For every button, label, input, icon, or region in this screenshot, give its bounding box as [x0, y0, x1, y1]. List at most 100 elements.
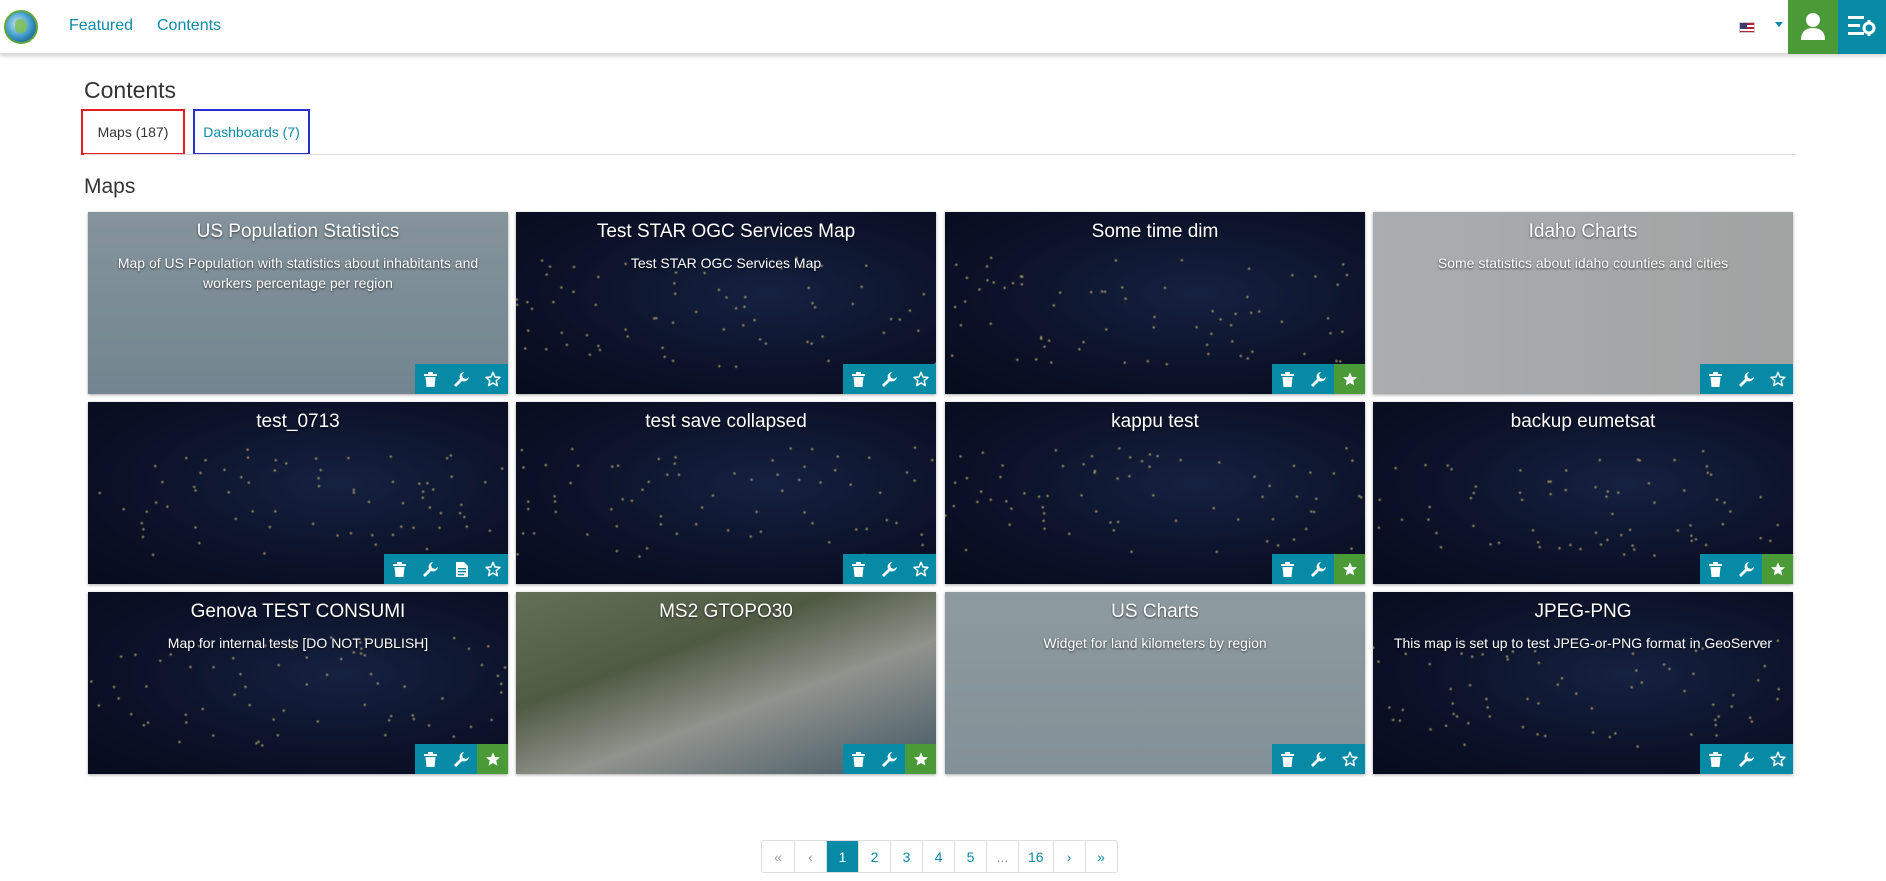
- user-icon: [1801, 13, 1825, 40]
- trash-icon: [1709, 561, 1722, 577]
- map-card[interactable]: US Charts Widget for land kilometers by r…: [945, 592, 1365, 774]
- card-actions: [415, 744, 508, 774]
- wrench-icon: [1311, 751, 1326, 767]
- star-button[interactable]: [1762, 554, 1793, 584]
- card-title: MS2 GTOPO30: [659, 601, 793, 622]
- map-card[interactable]: test save collapsed: [516, 402, 936, 584]
- star-button[interactable]: [905, 554, 936, 584]
- trash-button[interactable]: [1700, 744, 1731, 774]
- map-card[interactable]: MS2 GTOPO30: [516, 592, 936, 774]
- card-title: Genova TEST CONSUMI: [190, 601, 406, 622]
- wrench-icon: [1739, 751, 1754, 767]
- wrench-button[interactable]: [446, 744, 477, 774]
- map-card[interactable]: JPEG-PNG This map is set up to test JPEG-…: [1373, 592, 1793, 774]
- star-filled-icon: [1342, 371, 1358, 387]
- trash-button[interactable]: [1272, 364, 1303, 394]
- pagination-page[interactable]: 1: [826, 841, 858, 872]
- pagination-page[interactable]: 4: [922, 841, 954, 872]
- star-button[interactable]: [1762, 744, 1793, 774]
- wrench-button[interactable]: [415, 554, 446, 584]
- wrench-button[interactable]: [1303, 744, 1334, 774]
- pagination-next[interactable]: ›: [1052, 841, 1085, 872]
- map-card[interactable]: Test STAR OGC Services Map Test STAR OGC …: [516, 212, 936, 394]
- trash-button[interactable]: [843, 554, 874, 584]
- map-card[interactable]: Some time dim: [945, 212, 1365, 394]
- logo-icon[interactable]: [4, 10, 38, 44]
- star-icon: [1769, 371, 1786, 387]
- settings-menu-button[interactable]: [1838, 0, 1886, 54]
- wrench-icon: [882, 371, 897, 387]
- star-button[interactable]: [1762, 364, 1793, 394]
- card-title: backup eumetsat: [1510, 411, 1656, 432]
- trash-button[interactable]: [843, 364, 874, 394]
- trash-button[interactable]: [1700, 364, 1731, 394]
- trash-button[interactable]: [1700, 554, 1731, 584]
- star-filled-icon: [913, 751, 929, 767]
- card-title: kappu test: [1111, 411, 1199, 432]
- wrench-icon: [882, 561, 897, 577]
- user-menu-button[interactable]: [1788, 0, 1838, 54]
- star-button[interactable]: [477, 554, 508, 584]
- pagination-page[interactable]: 2: [858, 841, 890, 872]
- card-actions: [843, 364, 936, 394]
- pagination-first[interactable]: «: [762, 841, 794, 872]
- card-title: test save collapsed: [645, 411, 807, 432]
- star-icon: [1769, 751, 1786, 767]
- map-card[interactable]: test_0713: [88, 402, 508, 584]
- card-actions: [843, 554, 936, 584]
- trash-button[interactable]: [843, 744, 874, 774]
- wrench-button[interactable]: [446, 364, 477, 394]
- star-button[interactable]: [477, 364, 508, 394]
- star-filled-icon: [1770, 561, 1786, 577]
- nav-contents-link[interactable]: Contents: [157, 17, 221, 35]
- star-button[interactable]: [477, 744, 508, 774]
- details-button[interactable]: [446, 554, 477, 584]
- wrench-button[interactable]: [1731, 554, 1762, 584]
- star-button[interactable]: [905, 364, 936, 394]
- map-card[interactable]: kappu test: [945, 402, 1365, 584]
- pagination-page[interactable]: 16: [1018, 841, 1053, 872]
- wrench-button[interactable]: [1731, 744, 1762, 774]
- wrench-button[interactable]: [874, 554, 905, 584]
- star-button[interactable]: [1334, 744, 1365, 774]
- wrench-button[interactable]: [1303, 364, 1334, 394]
- wrench-button[interactable]: [874, 364, 905, 394]
- trash-icon: [1281, 561, 1294, 577]
- pagination-last[interactable]: »: [1084, 841, 1117, 872]
- tab-dashboards[interactable]: Dashboards (7): [193, 109, 310, 155]
- us-flag-icon[interactable]: [1739, 22, 1755, 33]
- chevron-down-icon[interactable]: [1775, 22, 1783, 27]
- card-description: This map is set up to test JPEG-or-PNG f…: [1393, 635, 1773, 651]
- trash-button[interactable]: [415, 744, 446, 774]
- trash-icon: [1281, 751, 1294, 767]
- star-button[interactable]: [905, 744, 936, 774]
- wrench-button[interactable]: [1731, 364, 1762, 394]
- card-title: US Population Statistics: [196, 221, 400, 242]
- trash-button[interactable]: [384, 554, 415, 584]
- card-description: Map for internal tests [DO NOT PUBLISH]: [167, 635, 429, 651]
- map-card[interactable]: US Population Statistics Map of US Popula…: [88, 212, 508, 394]
- tab-maps[interactable]: Maps (187): [81, 109, 185, 155]
- trash-button[interactable]: [415, 364, 446, 394]
- pagination-page[interactable]: 3: [890, 841, 922, 872]
- details-icon: [455, 561, 468, 577]
- map-card[interactable]: backup eumetsat: [1373, 402, 1793, 584]
- nav-featured-link[interactable]: Featured: [69, 17, 133, 35]
- star-filled-icon: [1342, 561, 1358, 577]
- trash-button[interactable]: [1272, 554, 1303, 584]
- trash-button[interactable]: [1272, 744, 1303, 774]
- map-card[interactable]: Idaho Charts Some statistics about idaho …: [1373, 212, 1793, 394]
- card-description: Test STAR OGC Services Map: [630, 255, 822, 271]
- card-actions: [1272, 364, 1365, 394]
- trash-icon: [1281, 371, 1294, 387]
- map-card[interactable]: Genova TEST CONSUMI Map for internal test…: [88, 592, 508, 774]
- pagination-prev[interactable]: ‹: [794, 841, 826, 872]
- star-button[interactable]: [1334, 554, 1365, 584]
- wrench-button[interactable]: [1303, 554, 1334, 584]
- wrench-icon: [1311, 371, 1326, 387]
- wrench-button[interactable]: [874, 744, 905, 774]
- pagination-page[interactable]: 5: [954, 841, 986, 872]
- settings-menu-icon: [1848, 16, 1876, 36]
- trash-icon: [393, 561, 406, 577]
- star-button[interactable]: [1334, 364, 1365, 394]
